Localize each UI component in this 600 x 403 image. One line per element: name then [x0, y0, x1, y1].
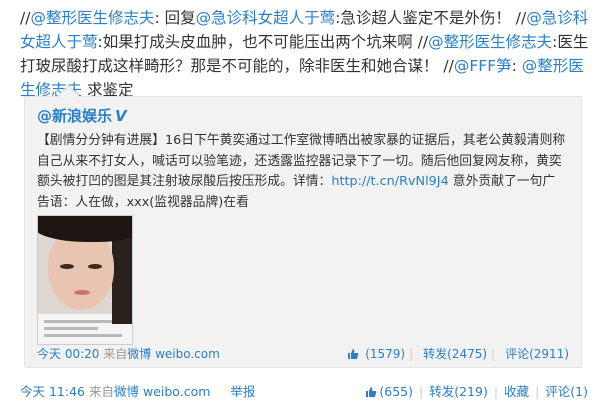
photo-eye — [60, 264, 74, 269]
report-button[interactable]: 举报 — [230, 384, 255, 399]
mention-link[interactable]: @FFF笋 — [454, 57, 512, 75]
thumbs-up-icon — [366, 387, 377, 397]
separator: | — [493, 384, 499, 399]
photo-mouth — [74, 290, 90, 295]
separator: | — [535, 384, 540, 399]
post-meta: 今天 11:46 来自微博 weibo.com 举报 (655) | 转发(219)… — [20, 381, 588, 400]
separator: | — [418, 384, 424, 399]
post-text-part: : 回复 — [154, 9, 196, 27]
photo-text-line — [44, 327, 98, 330]
post-text: //@整形医生修志夫: 回复@急诊科女超人于莺:急诊超人鉴定不是外伤！ //@急… — [20, 6, 590, 102]
repost-comment-button[interactable]: 评论(2911) — [505, 347, 569, 361]
photo-text-line — [44, 334, 122, 337]
repost-like-count: (1579) — [365, 347, 406, 361]
repost-author[interactable]: @新浪娱乐 V — [37, 105, 127, 126]
mention-link[interactable]: @急诊科女超人于莺 — [196, 9, 336, 27]
photo-face — [48, 230, 114, 310]
weibo-post: //@整形医生修志夫: 回复@急诊科女超人于莺:急诊超人鉴定不是外伤！ //@急… — [20, 6, 590, 102]
reposted-weibo: @新浪娱乐 V 【剧情分分钟有进展】16日下午黄奕通过工作室微博晒出被家暴的证据后… — [24, 96, 582, 368]
separator: | — [491, 347, 496, 361]
source-prefix: 来自 — [88, 384, 114, 399]
forward-button[interactable]: 转发(219) — [429, 384, 488, 399]
photo-hair — [38, 216, 132, 242]
mention-link[interactable]: @整形医生修志夫 — [30, 9, 154, 27]
post-text-part: : — [511, 57, 522, 75]
post-actions: (655) | 转发(219) | 收藏 | 评论(1) — [365, 381, 588, 400]
repost-photo-thumbnail[interactable] — [37, 215, 133, 345]
verified-v-icon: V — [115, 107, 127, 125]
repost-time-link[interactable]: 今天 00:20 — [37, 347, 99, 361]
repost-source: 来自微博 weibo.com — [103, 347, 220, 361]
repost-forward-button[interactable]: 转发(2475) — [423, 347, 487, 361]
repost-meta: 今天 00:20 来自微博 weibo.com (1579) | 转发(2475) |… — [37, 345, 569, 362]
thumbs-up-icon — [348, 349, 359, 359]
post-text-part: :如果打成头皮血肿，也不可能压出两个坑来啊 // — [97, 33, 429, 51]
repost-actions: (1579) | 转发(2475) | 评论(2911) — [343, 345, 569, 362]
source-prefix: 来自 — [103, 347, 128, 361]
source-link[interactable]: 微博 weibo.com — [127, 347, 220, 361]
post-time-link[interactable]: 今天 11:46 — [20, 384, 85, 399]
repost-like-button[interactable]: (1579) — [347, 347, 405, 361]
mention-link[interactable]: @整形医生修志夫 — [428, 33, 552, 51]
like-button[interactable]: (655) — [365, 384, 413, 399]
favorite-button[interactable]: 收藏 — [504, 384, 529, 399]
photo-text-line — [44, 320, 114, 323]
short-link[interactable]: http://t.cn/RvNl9J4 — [331, 174, 448, 189]
post-text-part: // — [20, 9, 31, 27]
repost-text: 【剧情分分钟有进展】16日下午黄奕通过工作室微博晒出被家暴的证据后，其老公黄毅清… — [37, 131, 567, 213]
comment-button[interactable]: 评论(1) — [545, 384, 588, 399]
post-source: 来自微博 weibo.com — [89, 384, 210, 399]
post-text-part: :急诊超人鉴定不是外伤！ // — [335, 9, 527, 27]
repost-author-name[interactable]: @新浪娱乐 — [37, 107, 112, 125]
like-count: (655) — [379, 384, 413, 399]
source-link[interactable]: 微博 weibo.com — [114, 384, 210, 399]
separator: | — [409, 347, 414, 361]
photo-eye — [88, 264, 102, 269]
